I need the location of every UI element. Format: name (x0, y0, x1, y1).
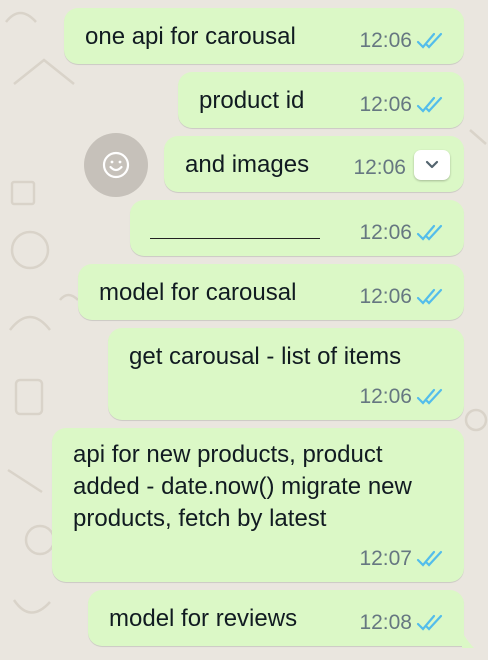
message-bubble[interactable]: model for carousal 12:06 (78, 264, 464, 320)
chevron-down-icon (425, 160, 439, 169)
read-receipt-icon (416, 224, 443, 241)
bubble-tail (462, 632, 474, 648)
message-meta: 12:06 (359, 385, 444, 409)
read-receipt-icon (416, 32, 443, 49)
react-emoji-button[interactable] (84, 133, 148, 197)
message-time: 12:07 (359, 547, 412, 570)
message-bubble[interactable]: and images 12:06 (164, 136, 464, 192)
message-meta: 12:06 (359, 221, 444, 245)
horizontal-rule (150, 238, 320, 239)
message-time: 12:06 (359, 385, 412, 408)
message-bubble[interactable]: get carousal - list of items 12:06 (108, 328, 464, 420)
read-receipt-icon (416, 96, 443, 113)
message-bubble[interactable]: product id 12:06 (178, 72, 464, 128)
message-text: model for reviews (109, 605, 298, 632)
message-meta: 12:07 (359, 547, 444, 571)
message-time: 12:06 (359, 285, 412, 308)
message-time: 12:06 (353, 156, 406, 179)
message-text: and images (185, 151, 310, 178)
message-menu-button[interactable] (414, 150, 450, 180)
read-receipt-icon (416, 614, 443, 631)
message-time: 12:06 (359, 93, 412, 116)
message-text: get carousal - list of items (129, 343, 402, 370)
message-text: api for new products, product added - da… (73, 441, 412, 532)
message-text: model for carousal (99, 279, 297, 306)
message-text: one api for carousal (85, 23, 296, 50)
message-meta: 12:06 (359, 29, 444, 53)
message-meta: 12:06 (359, 285, 444, 309)
message-time: 12:06 (359, 221, 412, 244)
message-bubble[interactable]: 12:06 (130, 200, 464, 256)
read-receipt-icon (416, 550, 443, 567)
message-bubble[interactable]: api for new products, product added - da… (52, 428, 464, 582)
message-time: 12:08 (359, 611, 412, 634)
read-receipt-icon (416, 388, 443, 405)
message-bubble[interactable]: model for reviews 12:08 (88, 590, 464, 646)
smiley-icon (102, 151, 130, 179)
message-bubble[interactable]: one api for carousal 12:06 (64, 8, 464, 64)
message-list: one api for carousal 12:06 product id 12… (0, 0, 488, 660)
message-meta: 12:06 (353, 150, 450, 180)
message-meta: 12:06 (359, 93, 444, 117)
read-receipt-icon (416, 288, 443, 305)
message-time: 12:06 (359, 29, 412, 52)
message-meta: 12:08 (359, 611, 444, 635)
message-text: product id (199, 87, 305, 114)
